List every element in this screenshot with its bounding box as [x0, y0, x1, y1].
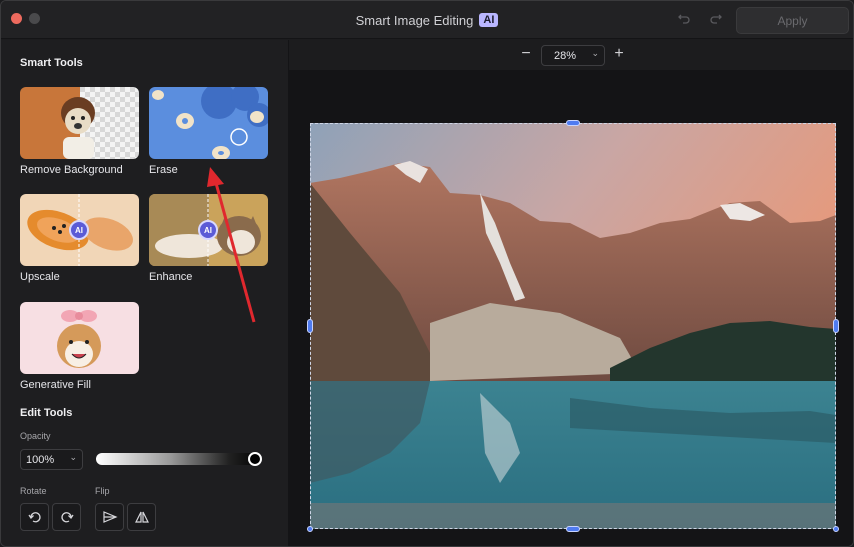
rotate-label: Rotate: [20, 486, 47, 496]
tool-label: Generative Fill: [20, 379, 91, 391]
apply-button[interactable]: Apply: [736, 7, 849, 34]
chevron-down-icon: ⌄: [591, 48, 599, 58]
title-bar: Smart Image Editing AI Apply: [1, 1, 853, 39]
close-window-button[interactable]: [11, 13, 22, 24]
redo-icon: [710, 14, 722, 24]
erase-thumbnail: [149, 87, 268, 159]
tool-label: Remove Background: [20, 164, 123, 176]
zoom-in-button[interactable]: +: [610, 45, 628, 63]
rotate-left-icon: [27, 512, 41, 523]
minimize-window-button[interactable]: [29, 13, 40, 24]
opacity-slider-handle[interactable]: [248, 452, 262, 466]
canvas-area: − 28% ⌄ +: [289, 40, 853, 546]
flip-vertical-button[interactable]: [127, 503, 156, 531]
flip-label: Flip: [95, 486, 110, 496]
rotate-right-icon: [60, 512, 74, 523]
rotate-right-button[interactable]: [52, 503, 81, 531]
generative-fill-thumbnail: [20, 302, 139, 374]
undo-icon: [678, 14, 690, 24]
opacity-slider[interactable]: [96, 453, 262, 465]
redo-button[interactable]: [707, 11, 725, 29]
smart-tools-heading: Smart Tools: [20, 57, 83, 69]
zoom-select[interactable]: 28% ⌄: [541, 45, 605, 66]
crop-handle-bottom[interactable]: [566, 526, 580, 532]
window-title: Smart Image Editing: [355, 12, 474, 28]
chevron-down-icon: ⌄: [69, 452, 77, 462]
tool-label: Erase: [149, 164, 178, 176]
flip-horizontal-button[interactable]: [95, 503, 124, 531]
enhance-thumbnail: AI: [149, 194, 268, 266]
tool-upscale[interactable]: AI Upscale: [20, 194, 139, 283]
crop-handle-left[interactable]: [307, 319, 313, 333]
tool-enhance[interactable]: AI Enhance: [149, 194, 268, 283]
upscale-thumbnail: AI: [20, 194, 139, 266]
zoom-out-button[interactable]: −: [517, 45, 535, 63]
remove-background-thumbnail: [20, 87, 139, 159]
flip-vertical-icon: [134, 511, 149, 523]
crop-handle-bottom-left[interactable]: [307, 526, 313, 532]
rotate-left-button[interactable]: [20, 503, 49, 531]
ai-badge: AI: [198, 220, 218, 240]
undo-button[interactable]: [675, 11, 693, 29]
app-window: Smart Image Editing AI Apply Smart Tools: [0, 0, 854, 547]
opacity-select[interactable]: 100% ⌄: [20, 449, 83, 470]
crop-handle-bottom-right[interactable]: [833, 526, 839, 532]
ai-title-badge: AI: [479, 13, 499, 27]
ai-badge: AI: [69, 220, 89, 240]
crop-handle-top[interactable]: [566, 120, 580, 126]
zoom-toolbar: − 28% ⌄ +: [289, 40, 853, 70]
tool-label: Upscale: [20, 271, 60, 283]
tool-remove-background[interactable]: Remove Background: [20, 87, 139, 176]
zoom-value: 28%: [554, 49, 577, 62]
crop-frame[interactable]: [310, 123, 836, 529]
tool-generative-fill[interactable]: Generative Fill: [20, 302, 139, 391]
tool-label: Enhance: [149, 271, 193, 283]
crop-handle-right[interactable]: [833, 319, 839, 333]
tool-erase[interactable]: Erase: [149, 87, 268, 176]
flip-horizontal-icon: [102, 511, 118, 523]
sidebar: Smart Tools Remove Background Erase AI U…: [1, 40, 289, 546]
opacity-value: 100%: [26, 453, 55, 466]
edit-tools-heading: Edit Tools: [20, 407, 73, 419]
opacity-label: Opacity: [20, 431, 51, 441]
